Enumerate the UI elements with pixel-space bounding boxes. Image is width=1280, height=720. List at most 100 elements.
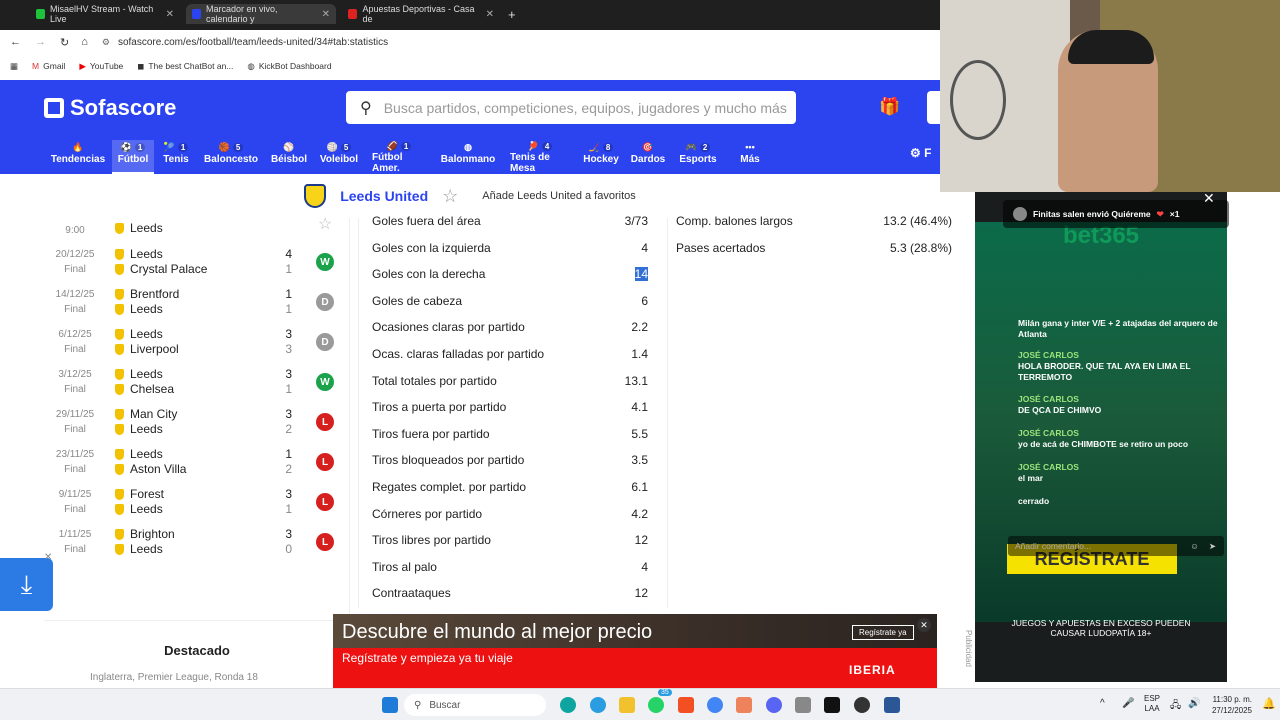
forward-icon[interactable]: → [35,36,46,48]
home-icon[interactable]: ⌂ [81,36,88,48]
notification-icon[interactable]: 🔔 [1262,697,1276,710]
search-input[interactable]: ⚲ Busca partidos, competiciones, equipos,… [346,91,796,124]
download-icon[interactable]: ⤓ [0,558,53,611]
stat-label: Total totales por partido [372,373,497,388]
stat-value: 3.5 [631,453,648,468]
result-badge: W [316,253,334,271]
word-icon[interactable] [884,697,900,713]
calculator-icon[interactable] [795,697,811,713]
stat-row: Tiros bloqueados por partido 3.5 [372,447,648,473]
brave-icon[interactable] [678,697,694,713]
match-row[interactable]: 29/11/25 Final Man City Leeds 3 2 L [50,402,340,442]
away-team: Chelsea [115,382,174,396]
close-tab-icon[interactable]: ✕ [486,9,494,20]
nav-futbol-americano[interactable]: 🏈 1 Fútbol Amer. [364,140,434,174]
away-score: 2 [285,422,292,436]
stat-row: Goles de cabeza 6 [372,288,648,314]
match-row[interactable]: 14/12/25 Final Brentford Leeds 1 1 D [50,282,340,322]
match-date: 23/11/25 Final [55,449,95,475]
gift-icon[interactable]: 🎁 [879,97,900,117]
nav-baloncesto[interactable]: 🏀 5 Baloncesto [198,140,264,174]
ad-close-icon[interactable]: ✕ [917,618,931,632]
bet-icon [348,9,358,19]
match-row[interactable]: 9/11/25 Final Forest Leeds 3 1 L [50,482,340,522]
nav-dardos[interactable]: 🎯 Dardos [624,140,672,174]
close-icon[interactable]: ✕ [44,552,52,563]
apps-icon[interactable]: ▦ [10,61,18,72]
back-icon[interactable]: ← [10,36,21,48]
tab-stream[interactable]: MisaelHV Stream - Watch Live ✕ [30,4,180,24]
site-info-icon[interactable]: ⚙ [102,37,110,48]
nav-tendencias[interactable]: 🔥 Tendencias [44,140,112,174]
away-score: 1 [285,502,292,516]
team-crest-icon [115,408,124,420]
home-score: 1 [285,447,292,461]
tray-chevron-icon[interactable]: ^ [1100,698,1105,709]
bookmark-gmail[interactable]: M Gmail [32,61,65,71]
emoji-icon[interactable]: ☺ [1190,541,1199,551]
stat-row: Goles con la derecha 14 [372,261,648,287]
match-row[interactable]: 20/12/25 Final Leeds Crystal Palace 4 1 W [50,242,340,282]
team-crest-icon [115,463,124,475]
nav-hockey[interactable]: 🏒 8 Hockey [578,140,624,174]
reload-icon[interactable]: ↻ [60,36,69,49]
match-row[interactable]: 3/12/25 Final Leeds Chelsea 3 1 W [50,362,340,402]
chatbot-icon: ◼ [137,60,145,71]
windows-start-icon[interactable] [382,697,398,713]
telegram-icon[interactable] [590,697,606,713]
language-indicator[interactable]: ESP LAA [1144,694,1160,714]
stat-label: Regates complet. por partido [372,480,527,494]
chrome-icon[interactable] [707,697,723,713]
whatsapp-icon[interactable] [648,697,664,713]
edge-icon[interactable] [560,697,576,713]
star-icon[interactable]: ☆ [318,214,332,234]
match-date: 14/12/25 Final [55,289,95,315]
match-row[interactable]: 23/11/25 Final Leeds Aston Villa 1 2 L [50,442,340,482]
folder-icon[interactable] [619,697,635,713]
star-icon[interactable]: ☆ [442,186,458,207]
bookmark-kickbot[interactable]: ◍ KickBot Dashboard [247,61,331,72]
ad-cta-button[interactable]: Regístrate ya [852,625,914,640]
typing-app-icon[interactable] [736,697,752,713]
header-partial-item[interactable]: ⚙ F [910,146,931,160]
taskbar-search[interactable]: ⚲ Buscar [404,694,546,716]
mic-icon[interactable]: 🎤 [1122,698,1134,709]
network-icon[interactable]: 🖧 [1170,698,1181,715]
nav-tenis[interactable]: 🎾 1 Tenis [154,140,198,174]
stat-label: Tiros fuera por partido [372,426,490,441]
close-tab-icon[interactable]: ✕ [166,9,174,20]
volume-icon[interactable]: 🔊 [1188,698,1200,709]
tiktok-icon[interactable] [824,697,840,713]
favorite-text: Añade Leeds United a favoritos [482,190,636,202]
nav-esports[interactable]: 🎮 2 Esports [672,140,724,174]
obs-icon[interactable] [854,697,870,713]
nav-mas[interactable]: ••• Más [724,140,776,174]
chat-input[interactable]: Añadir comentario... ☺ ➤ [1008,536,1224,556]
clock[interactable]: 11:30 p. m. 27/12/2025 [1206,694,1252,716]
discord-icon[interactable] [766,697,782,713]
sofascore-logo[interactable]: Sofascore [44,95,176,121]
match-row[interactable]: 6/12/25 Final Leeds Liverpool 3 3 D [50,322,340,362]
url-field[interactable]: sofascore.com/es/football/team/leeds-uni… [118,37,388,48]
nav-voleibol[interactable]: 🏐 5 Voleibol [314,140,364,174]
nav-tenis-de-mesa[interactable]: 🏓 4 Tenis de Mesa [502,140,578,174]
home-team: Brighton [115,527,175,541]
close-tab-icon[interactable]: ✕ [322,9,330,20]
nav-beisbol[interactable]: ⚾ Béisbol [264,140,314,174]
stat-label: Ocasiones claras por partido [372,320,525,335]
close-icon[interactable]: ✕ [1203,190,1215,207]
nav-balonmano[interactable]: ◍ Balonmano [434,140,502,174]
login-button[interactable] [927,91,940,124]
nav-futbol[interactable]: ⚽ 1 Fútbol [112,140,154,174]
team-crest-icon [115,343,124,355]
tab-sofascore[interactable]: Marcador en vivo, calendario y ✕ [186,4,336,24]
tab-bets[interactable]: Apuestas Deportivas - Casa de ✕ [342,4,500,24]
send-icon[interactable]: ➤ [1209,541,1216,552]
new-tab-button[interactable]: + [502,4,522,24]
ad-banner[interactable]: Descubre el mundo al mejor precio Regíst… [333,614,937,688]
bookmark-youtube[interactable]: ▶ YouTube [79,61,123,72]
match-row[interactable]: 1/11/25 Final Brighton Leeds 3 0 L [50,522,340,562]
match-date: 29/11/25 Final [55,409,95,435]
stat-label: Goles fuera del área [372,214,481,228]
bookmark-chatbot[interactable]: ◼ The best ChatBot an... [137,61,233,72]
